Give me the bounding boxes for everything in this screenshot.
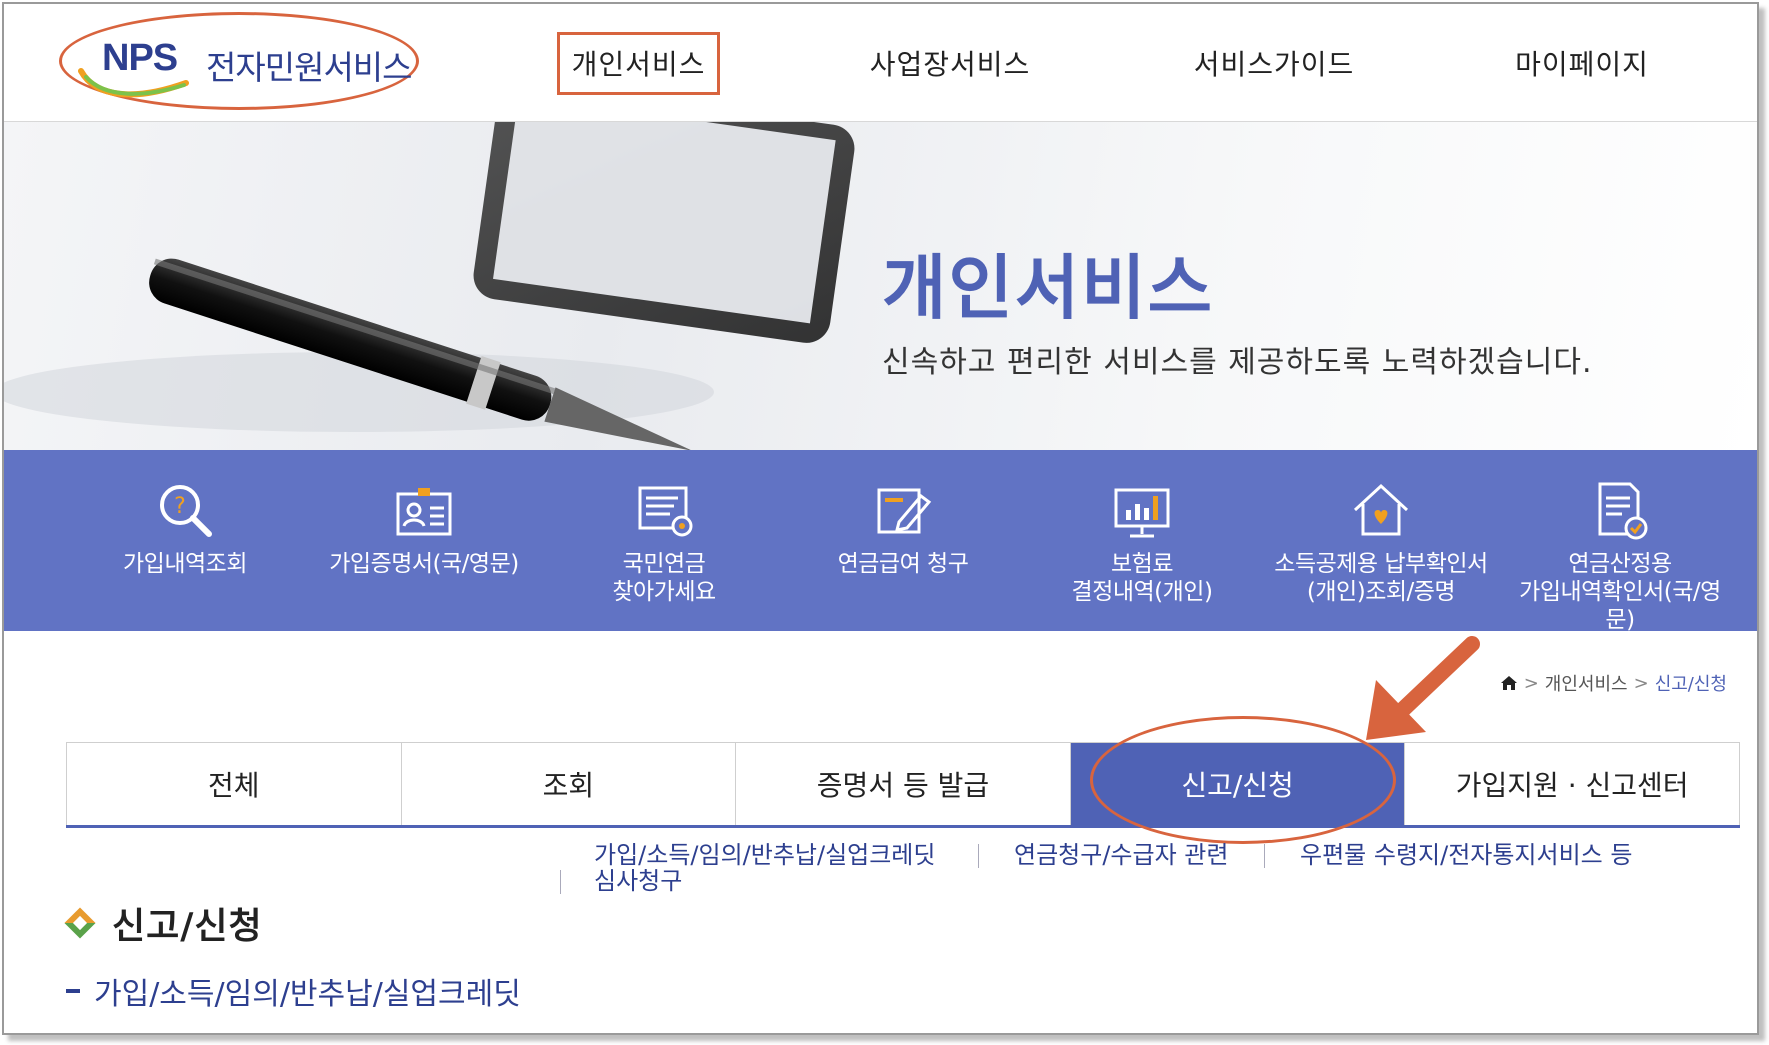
quick-item-premium-decision[interactable]: 보험료 결정내역(개인) (1027, 450, 1257, 631)
search-icon: ? (160, 485, 212, 537)
monitor-chart-icon (1114, 488, 1170, 538)
gnb-guide-label: 서비스가이드 (1193, 48, 1355, 81)
certificate-icon (1598, 482, 1648, 540)
quick-item-pension-calc-confirm[interactable]: 연금산정용 가입내역확인서(국/영문) (1505, 450, 1735, 633)
quick-label: 가입내역확인서(국/영문) (1519, 579, 1721, 633)
section-subheading: 가입/소득/임의/반추납/실업크레딧 (66, 969, 521, 1013)
annotation-arrow-icon (1366, 636, 1480, 740)
section-title: 신고/신청 (112, 906, 263, 947)
home-icon[interactable] (1500, 675, 1518, 691)
quick-item-pension-claim[interactable]: 연금급여 청구 (788, 450, 1018, 631)
gnb-personal-service[interactable]: 개인서비스 (557, 4, 720, 122)
subnav-join-income[interactable]: 가입/소득/임의/반추납/실업크레딧 심사청구 (594, 842, 935, 894)
section-subtitle: 가입/소득/임의/반추납/실업크레딧 (94, 977, 521, 1012)
gnb-personal-label: 개인서비스 (571, 48, 706, 81)
hero-title: 개인서비스 (882, 247, 1214, 329)
pen-illustration-icon (4, 122, 855, 451)
svg-text:?: ? (174, 494, 186, 519)
quick-item-tax-payment-confirm[interactable]: 소득공제용 납부확인서 (개인)조회/증명 (1266, 450, 1496, 631)
tab-inquiry[interactable]: 조회 (400, 743, 736, 825)
quick-label: 가입증명서(국/영문) (329, 551, 519, 577)
quick-item-find-pension[interactable]: 국민연금 찾아가세요 (549, 450, 779, 631)
quick-label: 가입내역조회 (123, 551, 247, 577)
subnav-divider (1264, 844, 1265, 868)
site-header: NPS 전자민원서비스 개인서비스 사업장서비스 서비스가이드 마이페이지 (4, 4, 1757, 122)
hero-subtitle: 신속하고 편리한 서비스를 제공하도록 노력하겠습니다. (882, 345, 1593, 380)
tab-join-support-center[interactable]: 가입지원 · 신고센터 (1404, 743, 1740, 825)
section-heading: 신고/신청 (64, 897, 263, 949)
category-tabs: 전체 조회 증명서 등 발급 신고/신청 가입지원 · 신고센터 (66, 742, 1740, 828)
quick-label: 연금산정용 (1568, 551, 1672, 577)
dash-bullet-icon (66, 989, 80, 993)
quick-label: 연금급여 청구 (837, 551, 969, 577)
gnb-mypage-label: 마이페이지 (1515, 48, 1649, 81)
tab-highlight-ellipse (1090, 716, 1396, 844)
hero-banner: 개인서비스 신속하고 편리한 서비스를 제공하도록 노력하겠습니다. (4, 122, 1757, 452)
quick-label: 결정내역(개인) (1071, 579, 1213, 605)
chevron-right-icon: > (1523, 672, 1539, 694)
gnb-mypage[interactable]: 마이페이지 (1482, 4, 1682, 122)
breadcrumb-current: 신고/신청 (1654, 674, 1727, 695)
edit-document-icon (877, 488, 932, 534)
document-search-icon (638, 486, 693, 537)
subnav-label: 연금청구/수급자 관련 (1014, 841, 1229, 869)
quick-menu: ? 가입내역조회 가입증명서(국/영문) 국민연금 찾아가세요 연금급여 청구 … (4, 450, 1757, 633)
quick-label: 찾아가세요 (612, 579, 716, 605)
breadcrumb-level1[interactable]: 개인서비스 (1545, 670, 1628, 696)
quick-label: 국민연금 (622, 551, 706, 577)
quick-label: 소득공제용 납부확인서 (1274, 551, 1488, 577)
id-card-icon (396, 488, 452, 536)
quick-item-join-certificate[interactable]: 가입증명서(국/영문) (309, 450, 539, 631)
chevron-right-icon: > (1633, 672, 1649, 694)
breadcrumb: > 개인서비스 > 신고/신청 (1500, 670, 1727, 696)
tab-certificate-issue[interactable]: 증명서 등 발급 (735, 743, 1070, 825)
quick-label: (개인)조회/증명 (1306, 579, 1456, 605)
logo-title: 전자민원서비스 (206, 48, 413, 87)
diamond-bullet-icon (64, 907, 96, 939)
gnb-service-guide[interactable]: 서비스가이드 (1174, 4, 1374, 122)
subnav-pension-claim[interactable]: 연금청구/수급자 관련 (1014, 842, 1228, 868)
subnav-label: 심사청구 (594, 867, 683, 895)
gnb-business-label: 사업장서비스 (869, 48, 1031, 81)
gnb-business-service[interactable]: 사업장서비스 (850, 4, 1050, 122)
tab-all[interactable]: 전체 (66, 743, 401, 825)
site-logo[interactable]: NPS 전자민원서비스 (59, 12, 419, 110)
subnav-mail-address[interactable]: 우편물 수령지/전자통지서비스 등 (1300, 842, 1632, 868)
house-icon (1353, 483, 1409, 536)
subnav-label: 우편물 수령지/전자통지서비스 등 (1300, 841, 1633, 869)
browser-frame: NPS 전자민원서비스 개인서비스 사업장서비스 서비스가이드 마이페이지 개인… (2, 2, 1759, 1035)
quick-label: 보험료 (1111, 551, 1173, 577)
logo-brand: NPS (102, 37, 178, 79)
subnav-divider (560, 870, 561, 894)
quick-item-join-history[interactable]: ? 가입내역조회 (70, 450, 300, 631)
subnav-divider (978, 844, 979, 868)
subnav-label: 가입/소득/임의/반추납/실업크레딧 (594, 841, 936, 869)
